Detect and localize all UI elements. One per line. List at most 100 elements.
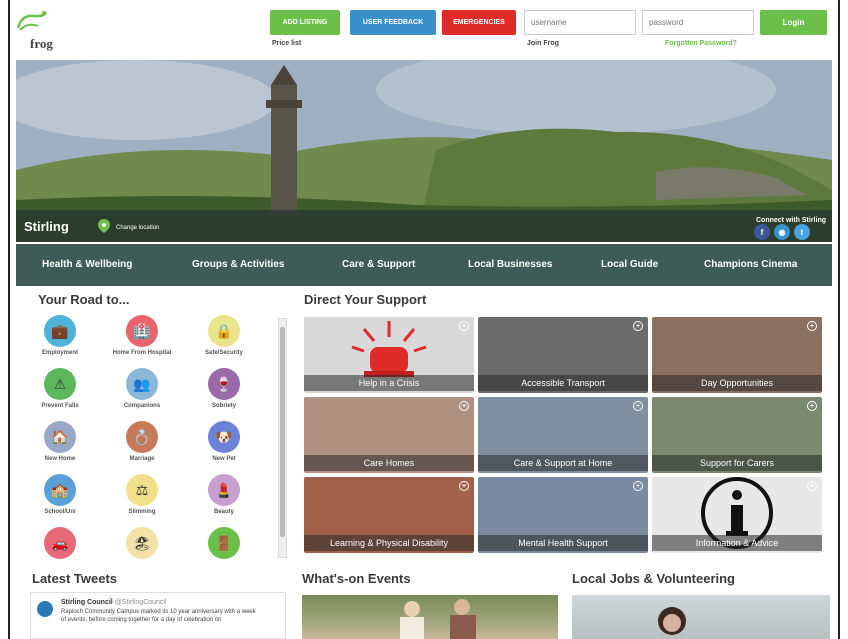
- car-icon: 🚗: [44, 527, 76, 559]
- support-tile[interactable]: + Support for Carers: [652, 397, 822, 473]
- change-location-link[interactable]: Change location: [116, 225, 159, 231]
- nav-local-guide[interactable]: Local Guide: [601, 259, 658, 270]
- road-item[interactable]: ⚠ Prevent Falls: [28, 368, 92, 418]
- expand-icon[interactable]: +: [807, 321, 817, 331]
- support-tile-label: Learning & Physical Disability: [304, 535, 474, 551]
- lock-icon: 🔒: [208, 315, 240, 347]
- password-input[interactable]: [642, 10, 754, 35]
- school-icon: 🏫: [44, 474, 76, 506]
- road-item[interactable]: 🏫 School/Uni: [28, 474, 92, 524]
- forgot-password-link[interactable]: Forgotten Password?: [665, 40, 737, 47]
- nav-care-support[interactable]: Care & Support: [342, 259, 415, 270]
- support-tile[interactable]: + Help in a Crisis: [304, 317, 474, 393]
- road-item[interactable]: 🏠 New Home: [28, 421, 92, 471]
- road-item[interactable]: 🍷 Sobriety: [192, 368, 256, 418]
- login-button[interactable]: Login: [760, 10, 827, 35]
- frog-icon: [16, 11, 48, 31]
- support-tile[interactable]: + Mental Health Support: [478, 477, 648, 553]
- tweet-author: Stirling Council @StirlingCouncil: [61, 599, 167, 606]
- join-frog-link[interactable]: Join Frog: [527, 40, 559, 47]
- road-item-label: New Home: [44, 456, 76, 462]
- events-title: What's-on Events: [302, 571, 411, 586]
- expand-icon[interactable]: +: [459, 481, 469, 491]
- scale-icon: ⚖: [126, 474, 158, 506]
- nav-groups-activities[interactable]: Groups & Activities: [192, 259, 284, 270]
- tweet-card[interactable]: Stirling Council @StirlingCouncil Raploc…: [30, 592, 286, 639]
- price-list-link[interactable]: Price list: [272, 40, 301, 47]
- globe-icon[interactable]: ◉: [774, 224, 790, 240]
- road-item-label: Employment: [41, 350, 78, 356]
- support-tile-label: Support for Carers: [652, 455, 822, 471]
- tweets-title: Latest Tweets: [32, 571, 118, 586]
- jobs-image[interactable]: [572, 595, 830, 639]
- event-image[interactable]: [302, 595, 558, 639]
- road-item-label: Prevent Falls: [41, 403, 79, 409]
- road-title: Your Road to...: [38, 292, 130, 307]
- facebook-icon[interactable]: f: [754, 224, 770, 240]
- road-item[interactable]: 🏖: [110, 527, 174, 560]
- hospital-icon: 🏥: [126, 315, 158, 347]
- road-item[interactable]: 🚪: [192, 527, 256, 560]
- expand-icon[interactable]: +: [807, 481, 817, 491]
- hero-banner: Stirling Change location Connect with St…: [16, 60, 832, 242]
- door-icon: 🚪: [208, 527, 240, 559]
- user-feedback-button[interactable]: USER FEEDBACK: [350, 10, 436, 35]
- road-item[interactable]: 💼 Employment: [28, 315, 92, 365]
- road-item[interactable]: 🐶 New Pet: [192, 421, 256, 471]
- road-item[interactable]: ⚖ Slimming: [110, 474, 174, 524]
- add-listing-button[interactable]: ADD LISTING: [270, 10, 340, 35]
- road-item-label: New Pet: [212, 456, 236, 462]
- support-tile[interactable]: + Accessible Transport: [478, 317, 648, 393]
- expand-icon[interactable]: +: [807, 401, 817, 411]
- frog-logo[interactable]: frog: [14, 8, 74, 52]
- support-tile-label: Day Opportunities: [652, 375, 822, 391]
- warning-icon: ⚠: [44, 368, 76, 400]
- tweet-text: Raploch Community Campus marked its 10 y…: [61, 609, 256, 623]
- emergencies-button[interactable]: EMERGENCIES: [442, 10, 516, 35]
- house-icon: 🏠: [44, 421, 76, 453]
- rings-icon: 💍: [126, 421, 158, 453]
- road-scrollbar[interactable]: [278, 318, 287, 558]
- road-item-label: Slimming: [128, 509, 156, 515]
- map-pin-icon[interactable]: [98, 219, 110, 233]
- connect-label: Connect with Stirling: [756, 217, 826, 224]
- expand-icon[interactable]: +: [459, 321, 469, 331]
- road-item[interactable]: 👥 Companions: [110, 368, 174, 418]
- expand-icon[interactable]: +: [633, 481, 643, 491]
- companions-icon: 👥: [126, 368, 158, 400]
- road-item[interactable]: 🔒 Safe/Security: [192, 315, 256, 365]
- nav-health-wellbeing[interactable]: Health & Wellbeing: [42, 259, 132, 270]
- nav-champions-cinema[interactable]: Champions Cinema: [704, 259, 797, 270]
- nav-local-businesses[interactable]: Local Businesses: [468, 259, 552, 270]
- support-tile[interactable]: + Day Opportunities: [652, 317, 822, 393]
- road-item[interactable]: 🏥 Home From Hospital: [110, 315, 174, 365]
- scroll-thumb[interactable]: [280, 327, 285, 537]
- road-item[interactable]: 💄 Beauty: [192, 474, 256, 524]
- expand-icon[interactable]: +: [633, 321, 643, 331]
- road-item[interactable]: 💍 Marriage: [110, 421, 174, 471]
- road-item-label: Beauty: [213, 509, 234, 515]
- logo-text: frog: [30, 36, 53, 51]
- main-nav: Health & Wellbeing Groups & Activities C…: [16, 244, 832, 286]
- support-tile-label: Help in a Crisis: [304, 375, 474, 391]
- beach-icon: 🏖: [126, 527, 158, 559]
- beauty-icon: 💄: [208, 474, 240, 506]
- road-item[interactable]: 🚗: [28, 527, 92, 560]
- road-item-label: Home From Hospital: [112, 350, 172, 356]
- support-tile[interactable]: + Learning & Physical Disability: [304, 477, 474, 553]
- road-item-label: School/Uni: [44, 509, 76, 515]
- expand-icon[interactable]: +: [459, 401, 469, 411]
- road-grid: 💼 Employment 🏥 Home From Hospital 🔒 Safe/Secu…: [24, 315, 272, 560]
- twitter-icon[interactable]: t: [794, 224, 810, 240]
- jobs-title: Local Jobs & Volunteering: [572, 571, 736, 586]
- support-tile-label: Accessible Transport: [478, 375, 648, 391]
- support-tile[interactable]: + Care Homes: [304, 397, 474, 473]
- support-tile[interactable]: + Information & Advice: [652, 477, 822, 553]
- pet-icon: 🐶: [208, 421, 240, 453]
- avatar: [37, 601, 53, 617]
- expand-icon[interactable]: +: [633, 401, 643, 411]
- username-input[interactable]: [524, 10, 636, 35]
- location-name: Stirling: [24, 219, 69, 234]
- briefcase-icon: 💼: [44, 315, 76, 347]
- support-tile[interactable]: + Care & Support at Home: [478, 397, 648, 473]
